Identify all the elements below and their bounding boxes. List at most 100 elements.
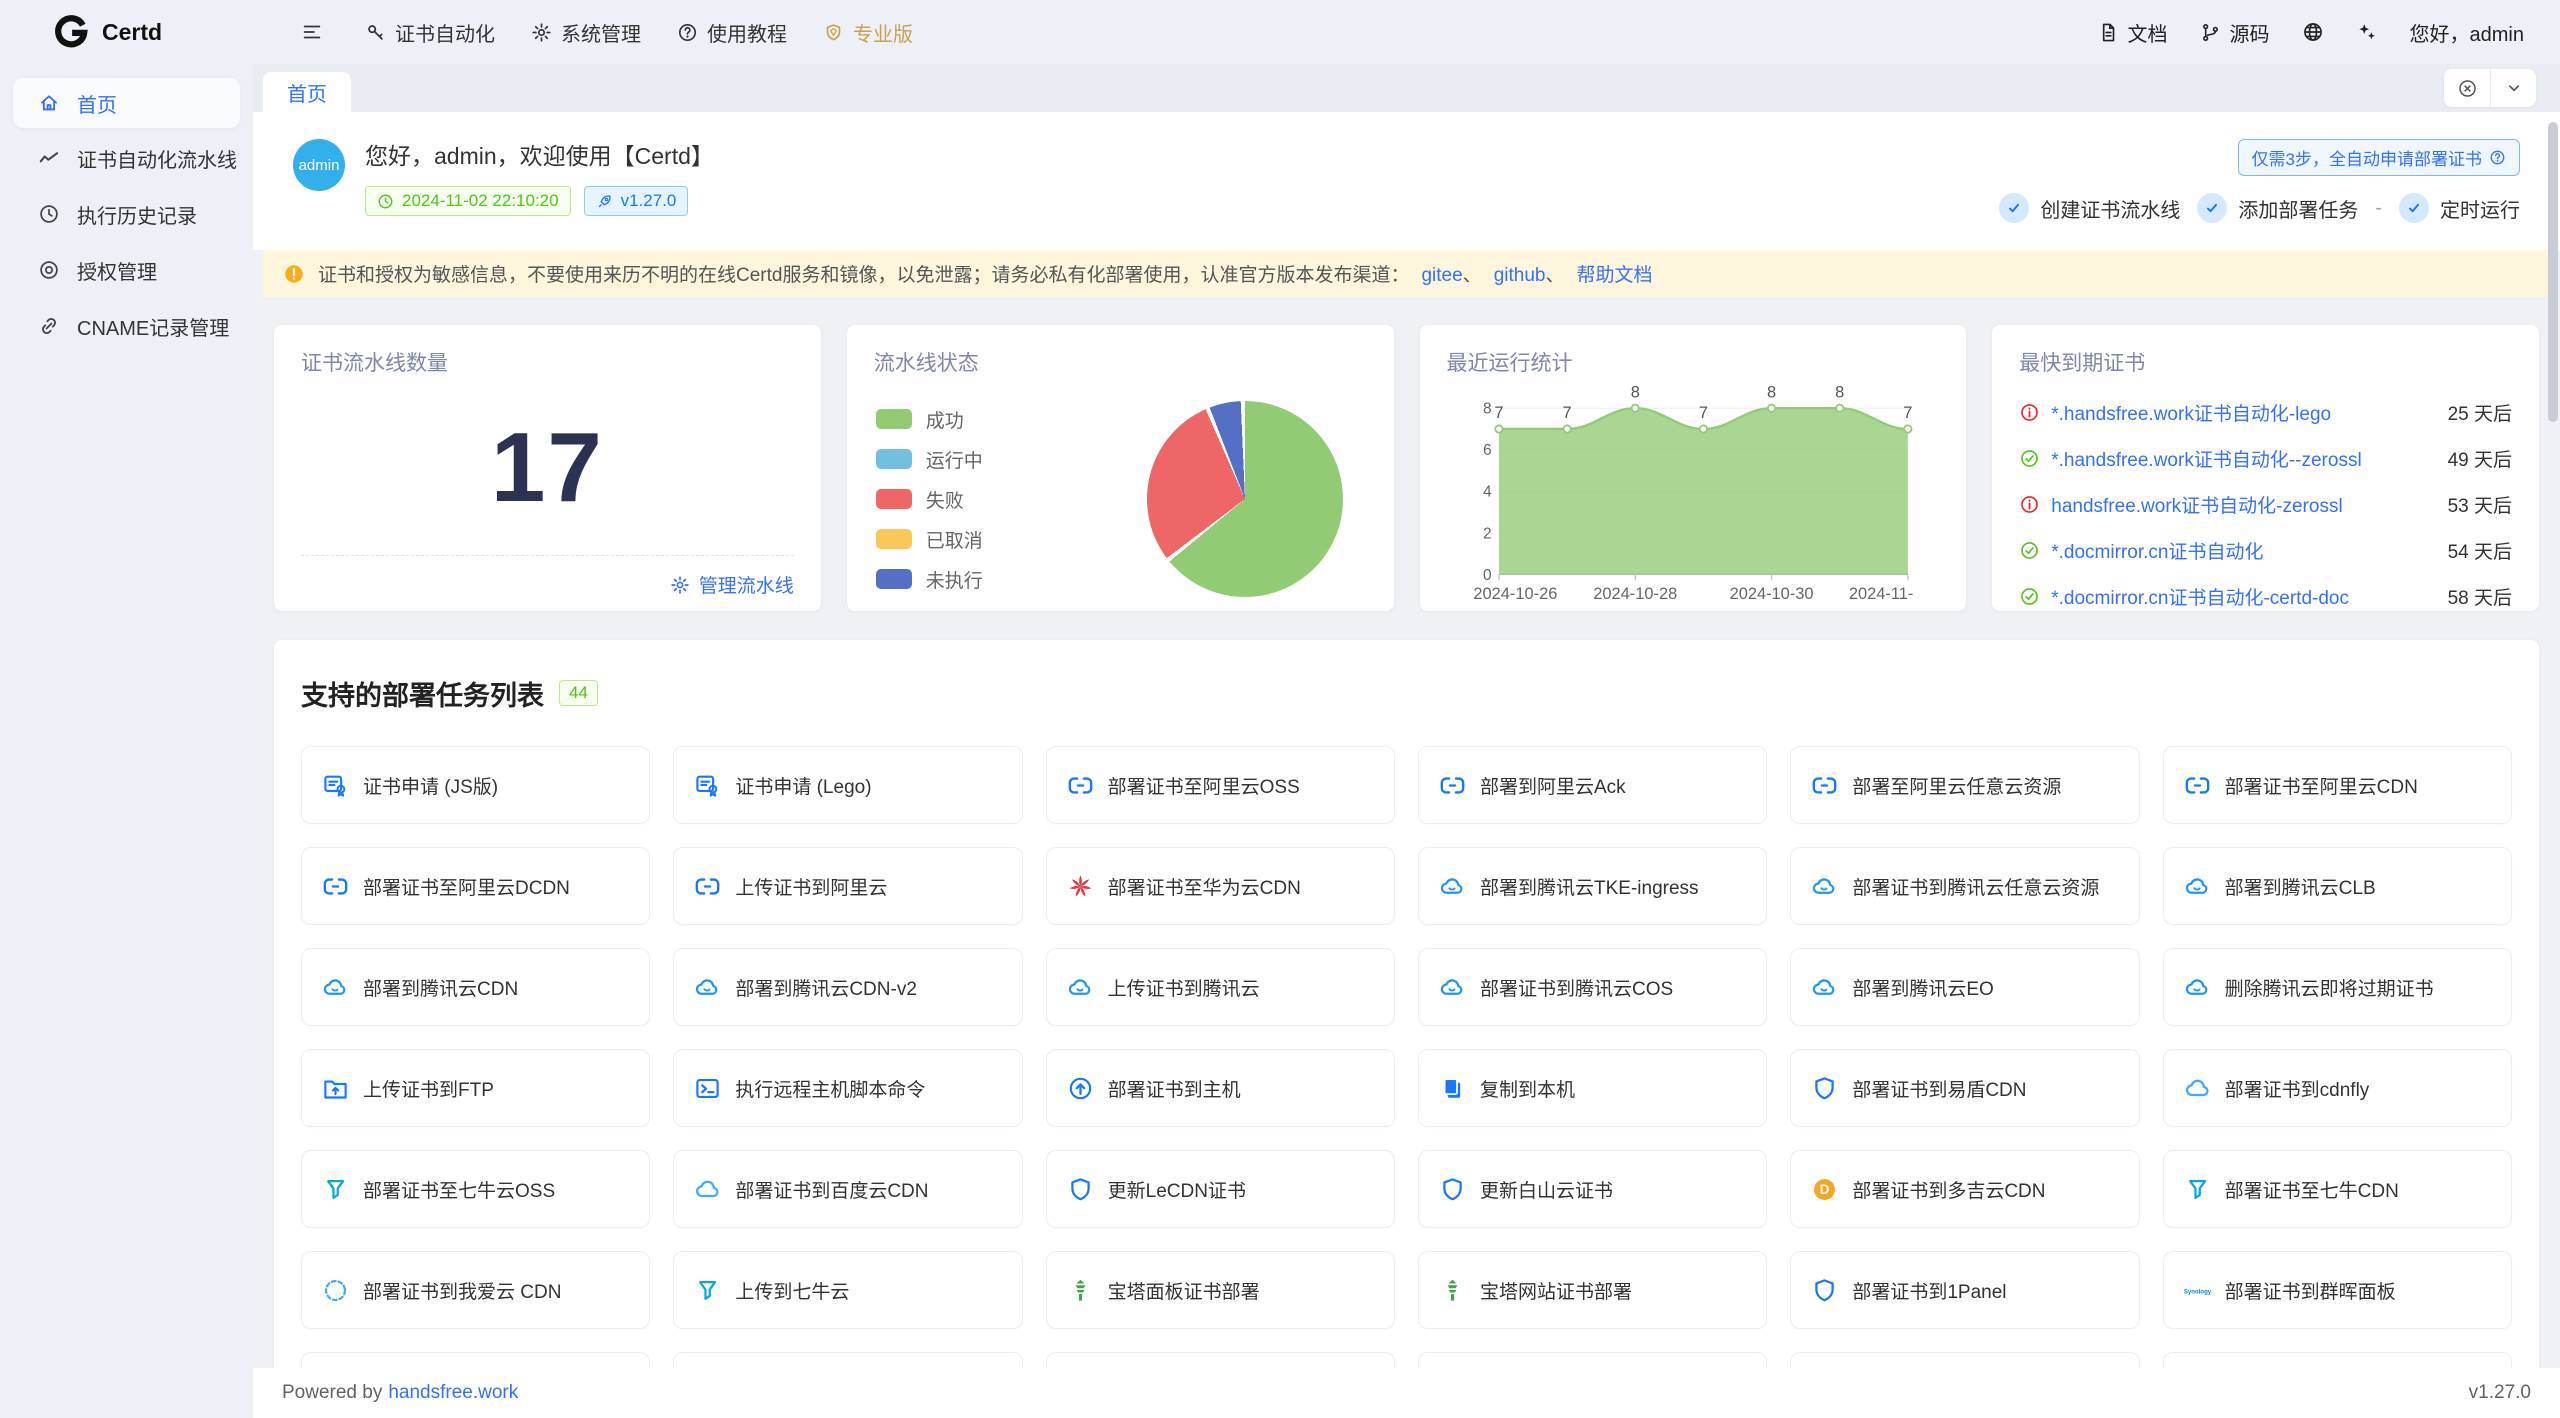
guide-pill[interactable]: 仅需3步，全自动申请部署证书 [2238, 139, 2520, 176]
close-tabs-button[interactable] [2444, 69, 2490, 107]
expiring-days: 53 天后 [2448, 491, 2512, 518]
task-card[interactable]: 证书申请 (JS版) [301, 746, 650, 824]
task-card[interactable]: 部署证书至阿里云CDN [2163, 746, 2512, 824]
sidebar-collapse-button[interactable] [287, 0, 337, 64]
scrollbar-thumb[interactable] [2548, 122, 2558, 422]
card-title: 证书流水线数量 [301, 347, 794, 377]
task-card[interactable]: 更新白山云证书 [1418, 1150, 1767, 1228]
notice-link-help[interactable]: 帮助文档 [1576, 265, 1652, 286]
task-card[interactable]: 部署到腾讯云EO [1790, 948, 2139, 1026]
task-card[interactable]: 部署证书到百度云CDN [673, 1150, 1022, 1228]
task-card-label: 部署证书至阿里云CDN [2225, 772, 2418, 799]
task-card[interactable]: 部署到腾讯云CDN [301, 948, 650, 1026]
nav-menu-question[interactable]: 使用教程 [659, 0, 805, 64]
theme-button[interactable] [2340, 0, 2394, 64]
shield-icon [1811, 1075, 1838, 1102]
task-card[interactable]: 证书申请 (Lego) [673, 746, 1022, 824]
notice-delimiter: 、 [1545, 265, 1564, 286]
nav-menu-pro[interactable]: 专业版 [805, 0, 931, 64]
tab-home[interactable]: 首页 [263, 72, 351, 112]
task-card[interactable]: 部署证书至七牛云OSS [301, 1150, 650, 1228]
task-card[interactable]: 部署证书到主机 [1046, 1049, 1395, 1127]
task-card-cutoff[interactable] [1418, 1352, 1767, 1368]
task-card[interactable]: 部署证书至七牛CDN [2163, 1150, 2512, 1228]
task-card-cutoff[interactable] [673, 1352, 1022, 1368]
task-card[interactable]: 复制到本机 [1418, 1049, 1767, 1127]
task-card[interactable]: 更新LeCDN证书 [1046, 1150, 1395, 1228]
success-circle-icon [2019, 586, 2040, 607]
sidebar-item-history[interactable]: 执行历史记录 [0, 186, 253, 242]
task-card-label: 删除腾讯云即将过期证书 [2225, 974, 2434, 1001]
sidebar-item-label: CNAME记录管理 [77, 312, 229, 341]
tencent-icon [2184, 873, 2211, 900]
task-card[interactable]: 部署证书至阿里云DCDN [301, 847, 650, 925]
nav-menu-gear[interactable]: 系统管理 [513, 0, 659, 64]
task-card[interactable]: 部署到腾讯云CLB [2163, 847, 2512, 925]
task-card[interactable]: 执行远程主机脚本命令 [673, 1049, 1022, 1127]
svg-text:7: 7 [1698, 404, 1707, 422]
task-card[interactable]: 部署证书到腾讯云任意云资源 [1790, 847, 2139, 925]
task-card[interactable]: 部署至阿里云任意云资源 [1790, 746, 2139, 824]
task-card[interactable]: 宝塔网站证书部署 [1418, 1251, 1767, 1329]
task-card[interactable]: 部署证书到腾讯云COS [1418, 948, 1767, 1026]
expiring-cert-link[interactable]: *.handsfree.work证书自动化-lego [2051, 399, 2436, 426]
manage-pipelines-label: 管理流水线 [699, 571, 794, 598]
sidebar-item-authorization[interactable]: 授权管理 [0, 242, 253, 298]
brand[interactable]: Certd [0, 15, 253, 49]
task-card[interactable]: 部署证书到cdnfly [2163, 1049, 2512, 1127]
notice-link-github[interactable]: github [1494, 265, 1546, 286]
task-card-cutoff[interactable] [1790, 1352, 2139, 1368]
tab-menu-button[interactable] [2490, 69, 2536, 107]
sparkles-icon [2356, 21, 2378, 43]
task-card[interactable]: 上传证书到阿里云 [673, 847, 1022, 925]
legend-label: 未执行 [926, 566, 983, 593]
task-card[interactable]: 部署证书至阿里云OSS [1046, 746, 1395, 824]
task-card[interactable]: 部署证书到多吉云CDN [1790, 1150, 2139, 1228]
task-card[interactable]: 部署证书到易盾CDN [1790, 1049, 2139, 1127]
sidebar-item-pipelines[interactable]: 证书自动化流水线 [0, 130, 253, 186]
task-card-cutoff[interactable] [1046, 1352, 1395, 1368]
expiring-cert-link[interactable]: *.docmirror.cn证书自动化 [2051, 537, 2436, 564]
guide-step-label: 定时运行 [2440, 194, 2520, 223]
nav-docs-link[interactable]: 文档 [2082, 0, 2184, 64]
task-card[interactable]: 宝塔面板证书部署 [1046, 1251, 1395, 1329]
task-card[interactable]: 上传证书到FTP [301, 1049, 650, 1127]
language-button[interactable] [2286, 0, 2340, 64]
task-card[interactable]: 上传证书到腾讯云 [1046, 948, 1395, 1026]
sidebar-item-cname-records[interactable]: CNAME记录管理 [0, 298, 253, 354]
manage-pipelines-link[interactable]: 管理流水线 [670, 571, 794, 598]
expiring-cert-link[interactable]: *.handsfree.work证书自动化--zerossl [2051, 445, 2436, 472]
nav-menu-key[interactable]: 证书自动化 [347, 0, 513, 64]
pipeline-status-card: 流水线状态 成功运行中失败已取消未执行 [847, 325, 1394, 611]
task-card[interactable]: 部署到腾讯云CDN-v2 [673, 948, 1022, 1026]
task-card[interactable]: 部署到阿里云Ack [1418, 746, 1767, 824]
legend-item-成功[interactable]: 成功 [876, 406, 983, 433]
task-card[interactable]: 部署证书到群晖面板 [2163, 1251, 2512, 1329]
user-menu[interactable]: 您好，admin [2394, 18, 2530, 47]
task-card[interactable]: 部署证书到1Panel [1790, 1251, 2139, 1329]
task-card-label: 部署证书到1Panel [1852, 1277, 2006, 1304]
svg-text:8: 8 [1835, 383, 1844, 401]
nav-source-link[interactable]: 源码 [2184, 0, 2286, 64]
legend-item-运行中[interactable]: 运行中 [876, 446, 983, 473]
nav-menu-label: 系统管理 [561, 18, 641, 47]
task-card[interactable]: 部署到腾讯云TKE-ingress [1418, 847, 1767, 925]
sidebar-item-home[interactable]: 首页 [13, 78, 240, 128]
task-card[interactable]: 部署证书到我爱云 CDN [301, 1251, 650, 1329]
handsfree-link[interactable]: handsfree.work [388, 1382, 518, 1403]
task-card[interactable]: 删除腾讯云即将过期证书 [2163, 948, 2512, 1026]
legend-item-失败[interactable]: 失败 [876, 486, 983, 513]
legend-item-未执行[interactable]: 未执行 [876, 566, 983, 593]
tencent-icon [322, 974, 349, 1001]
expiring-cert-link[interactable]: handsfree.work证书自动化-zerossl [2051, 491, 2436, 518]
task-card[interactable]: 上传到七牛云 [673, 1251, 1022, 1329]
expiring-cert-link[interactable]: *.docmirror.cn证书自动化-certd-doc [2051, 583, 2436, 610]
notice-link-gitee[interactable]: gitee [1421, 265, 1462, 286]
task-card-label: 部署证书到cdnfly [2225, 1075, 2370, 1102]
task-card[interactable]: 部署证书至华为云CDN [1046, 847, 1395, 925]
pagoda-icon [1439, 1277, 1466, 1304]
legend-item-已取消[interactable]: 已取消 [876, 526, 983, 553]
task-card-cutoff[interactable] [2163, 1352, 2512, 1368]
task-card-cutoff[interactable] [301, 1352, 650, 1368]
tasks-count-badge: 44 [559, 680, 598, 706]
